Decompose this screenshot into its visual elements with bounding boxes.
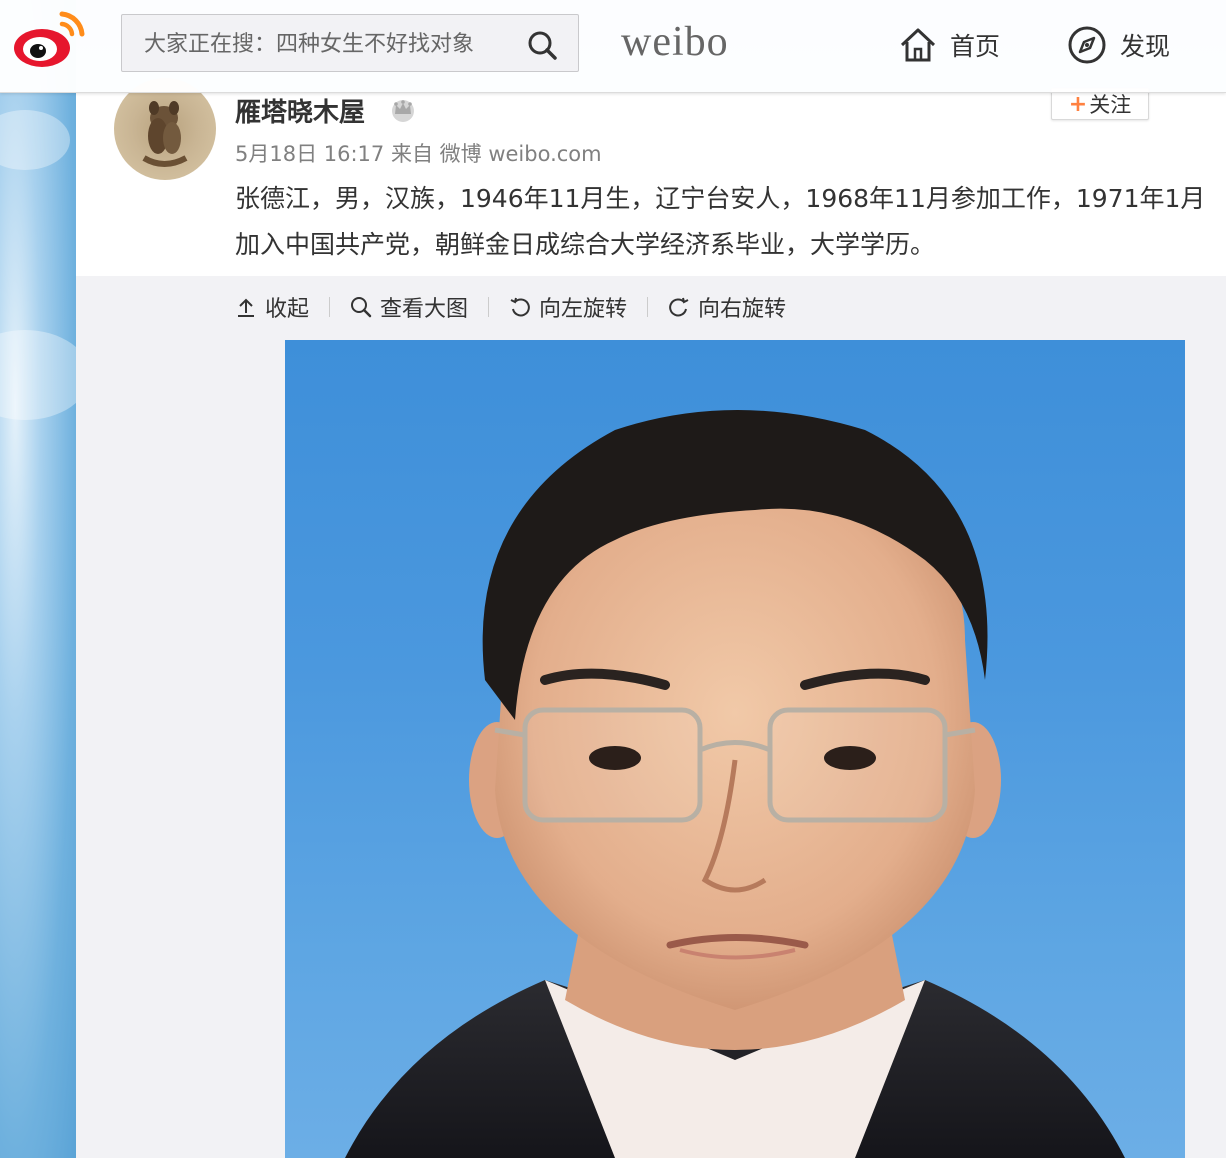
post-text: 张德江，男，汉族，1946年11月生，辽宁台安人，1968年11月参加工作，19… [235, 184, 1206, 259]
post-source[interactable]: 微博 weibo.com [440, 142, 602, 166]
follow-label: 关注 [1089, 93, 1132, 117]
weibo-wordmark[interactable]: weibo [621, 18, 729, 66]
post-username[interactable]: 雁塔晓木屋 [235, 92, 365, 129]
view-large-button[interactable]: 查看大图 [350, 291, 468, 323]
compass-icon [1068, 26, 1106, 64]
toolbar-divider [647, 297, 649, 317]
nav-home[interactable]: 首页 [898, 22, 1000, 68]
plus-icon: + [1068, 91, 1088, 117]
arrow-up-icon [238, 298, 254, 317]
search-box[interactable] [121, 14, 579, 72]
magnifier-icon [351, 297, 372, 318]
home-icon [900, 28, 936, 62]
post-photo[interactable] [285, 340, 1185, 1158]
weibo-post-card: 雁塔晓木屋 5月18日 16:17 来自 微博 weibo.com + 关注 张… [76, 78, 1226, 1158]
top-nav-bar: weibo 首页 发现 [0, 0, 1226, 93]
rotate-right-icon [669, 297, 689, 317]
crown-icon [392, 100, 414, 122]
post-timestamp[interactable]: 5月18日 16:17 [235, 142, 384, 166]
nav-home-label: 首页 [950, 32, 1001, 61]
rotate-left-button[interactable]: 向左旋转 [509, 291, 627, 323]
nav-discover[interactable]: 发现 [1066, 22, 1170, 68]
image-toolbar: 收起 查看大图 向左旋转 向右旋转 [235, 290, 786, 324]
page-background [0, 0, 90, 1158]
portrait-illustration [345, 410, 1125, 1158]
nav-discover-label: 发现 [1120, 32, 1171, 61]
avatar[interactable] [114, 78, 216, 180]
weibo-logo-icon[interactable] [12, 10, 86, 70]
collapse-label: 收起 [265, 297, 310, 322]
toolbar-divider [488, 297, 490, 317]
search-input[interactable] [142, 27, 526, 61]
rotate-left-label: 向左旋转 [539, 297, 628, 322]
toolbar-divider [329, 297, 331, 317]
rotate-left-icon [510, 297, 530, 317]
post-header: 雁塔晓木屋 5月18日 16:17 来自 微博 weibo.com + 关注 张… [76, 78, 1226, 276]
rotate-right-label: 向右旋转 [698, 297, 787, 322]
collapse-button[interactable]: 收起 [235, 291, 309, 323]
post-from-label: 来自 [390, 142, 433, 166]
background-cloud [0, 110, 70, 170]
view-large-label: 查看大图 [380, 297, 469, 322]
rotate-right-button[interactable]: 向右旋转 [668, 291, 786, 323]
search-icon[interactable] [526, 29, 558, 61]
post-meta: 5月18日 16:17 来自 微博 weibo.com [235, 138, 602, 168]
